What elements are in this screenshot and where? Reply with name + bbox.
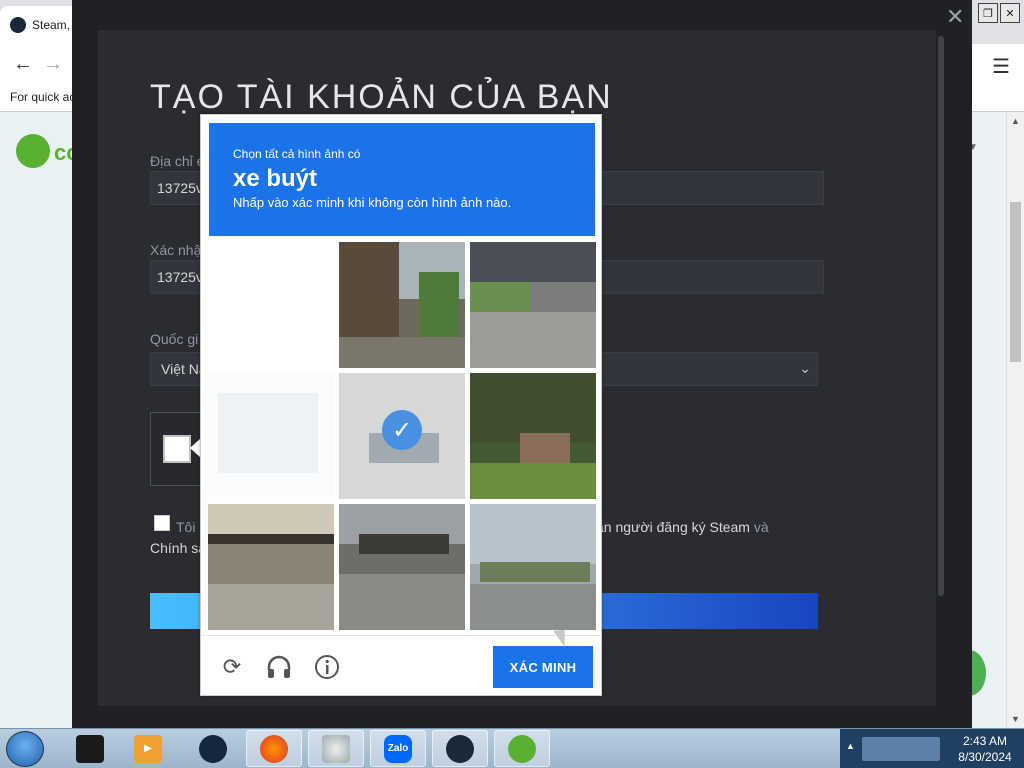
captcha-challenge-popup: Chọn tất cả hình ảnh có xe buýt Nhấp vào… <box>200 114 602 696</box>
captcha-tile-8[interactable] <box>339 504 465 630</box>
disc-icon <box>322 734 350 763</box>
windows-taskbar: ▶ Zalo ▲ 2:43 AM 8/30/2024 <box>0 728 1024 768</box>
steam-dark-icon <box>199 734 227 763</box>
captcha-tile-3[interactable] <box>470 242 596 368</box>
system-tray: ▲ 2:43 AM 8/30/2024 <box>840 729 1024 768</box>
taskbar-coccoc[interactable] <box>494 730 550 767</box>
reload-icon[interactable]: ⟳ <box>219 654 245 680</box>
captcha-tile-6[interactable] <box>470 373 596 499</box>
coccoc-icon <box>508 734 536 763</box>
privacy-policy-link[interactable]: Chính sá <box>150 540 206 556</box>
recaptcha-checkbox[interactable] <box>163 435 191 463</box>
captcha-header: Chọn tất cả hình ảnh có xe buýt Nhấp vào… <box>209 123 595 236</box>
captcha-image-grid: ✓ <box>208 242 596 630</box>
captcha-tile-7[interactable] <box>208 504 334 630</box>
taskbar-firefox[interactable] <box>246 730 302 767</box>
back-arrow-icon[interactable]: ← <box>8 49 38 79</box>
captcha-tile-2[interactable] <box>339 242 465 368</box>
page-title: TẠO TÀI KHOẢN CỦA BẠN <box>150 78 613 116</box>
bookmarks-text: For quick ac <box>10 90 76 104</box>
taskbar-terminal[interactable] <box>62 730 118 767</box>
taskbar-disc[interactable] <box>308 730 364 767</box>
forward-arrow-icon[interactable]: → <box>38 49 68 79</box>
terminal-icon <box>76 734 104 763</box>
tray-icons[interactable] <box>862 737 940 761</box>
country-label: Quốc gi <box>150 331 199 347</box>
zalo-icon: Zalo <box>384 734 412 763</box>
taskbar-zalo[interactable]: Zalo <box>370 730 426 767</box>
captcha-tile-1[interactable] <box>208 242 334 368</box>
captcha-instruction-bottom: Nhấp vào xác minh khi không còn hình ảnh… <box>233 195 512 210</box>
zalo-label: Zalo <box>387 743 409 754</box>
steam-icon <box>446 734 474 763</box>
steam-favicon-icon <box>10 17 26 33</box>
scroll-down-icon[interactable]: ▼ <box>1011 714 1020 724</box>
terms-and-text: và <box>749 519 769 535</box>
confirm-email-label: Xác nhậ <box>150 242 202 258</box>
taskbar-media-player[interactable]: ▶ <box>120 730 176 767</box>
email-label: Địa chỉ e <box>150 153 205 169</box>
selected-check-icon: ✓ <box>382 410 422 450</box>
captcha-instruction-top: Chọn tất cả hình ảnh có <box>233 147 361 161</box>
captcha-tile-9[interactable] <box>470 504 596 630</box>
audio-icon[interactable] <box>266 654 292 680</box>
captcha-footer: ⟳ XÁC MINH <box>201 635 601 695</box>
window-controls: ❐ ✕ <box>974 0 1024 26</box>
start-button[interactable] <box>6 731 44 767</box>
page-scrollbar[interactable]: ▲ ▼ <box>1006 112 1024 728</box>
close-icon[interactable]: ✕ <box>946 4 964 30</box>
panel-scrollbar[interactable] <box>938 36 944 596</box>
captcha-tile-5[interactable]: ✓ <box>339 373 465 499</box>
clock-time: 2:43 AM <box>962 734 1008 748</box>
captcha-target: xe buýt <box>233 165 318 192</box>
scroll-up-icon[interactable]: ▲ <box>1011 116 1020 126</box>
taskbar-steam[interactable] <box>432 730 488 767</box>
subscriber-agreement-link[interactable]: ận người đăng ký Steam <box>596 519 750 535</box>
close-window-icon[interactable]: ✕ <box>1000 3 1020 23</box>
terms-checkbox[interactable] <box>154 515 170 531</box>
terms-text-left: Tôi <box>176 519 196 535</box>
coccoc-logo-icon <box>16 134 50 168</box>
chevron-down-icon: ⌄ <box>799 360 811 376</box>
clock-date: 8/30/2024 <box>958 750 1012 764</box>
firefox-icon <box>260 734 288 763</box>
terms-text-right: ận người đăng ký Steam và <box>596 519 769 535</box>
info-icon[interactable] <box>314 654 340 680</box>
clock[interactable]: 2:43 AM 8/30/2024 <box>946 733 1024 765</box>
hamburger-icon[interactable]: ☰ <box>992 54 1010 79</box>
scrollbar-thumb[interactable] <box>1010 202 1021 362</box>
restore-window-icon[interactable]: ❐ <box>978 3 998 23</box>
captcha-tile-4[interactable] <box>208 373 334 499</box>
tray-expand-icon[interactable]: ▲ <box>846 741 855 751</box>
taskbar-steam-dark[interactable] <box>185 730 241 767</box>
media-player-icon: ▶ <box>134 734 162 763</box>
verify-button[interactable]: XÁC MINH <box>493 646 593 688</box>
